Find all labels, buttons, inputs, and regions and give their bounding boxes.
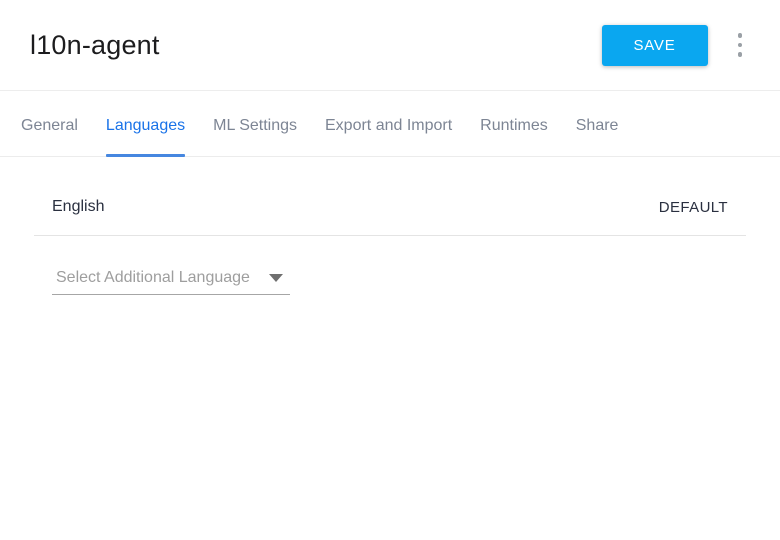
kebab-menu-icon xyxy=(737,33,742,38)
header: l10n-agent SAVE xyxy=(0,0,780,91)
default-language-row: English DEFAULT xyxy=(0,198,780,216)
additional-language-placeholder: Select Additional Language xyxy=(56,269,250,286)
tab-runtimes[interactable]: Runtimes xyxy=(480,91,548,156)
languages-panel: English DEFAULT Select Additional Langua… xyxy=(0,198,780,295)
agent-title: l10n-agent xyxy=(30,29,160,60)
language-row-divider xyxy=(34,235,746,236)
tab-languages[interactable]: Languages xyxy=(105,91,186,157)
kebab-menu-icon xyxy=(737,42,742,48)
settings-tab-bar: General Languages ML Settings Export and… xyxy=(0,91,780,157)
tab-export-and-import[interactable]: Export and Import xyxy=(325,91,452,156)
kebab-menu-icon xyxy=(737,52,742,57)
additional-language-select[interactable]: Select Additional Language xyxy=(52,269,290,295)
more-options-button[interactable] xyxy=(734,27,747,63)
tab-share[interactable]: Share xyxy=(576,91,619,156)
tab-ml-settings[interactable]: ML Settings xyxy=(213,91,297,156)
default-language-name: English xyxy=(52,198,105,215)
default-language-badge: DEFAULT xyxy=(658,198,728,216)
save-button[interactable]: SAVE xyxy=(601,24,708,66)
dropdown-arrow-icon xyxy=(269,274,283,282)
tab-general[interactable]: General xyxy=(21,91,78,156)
